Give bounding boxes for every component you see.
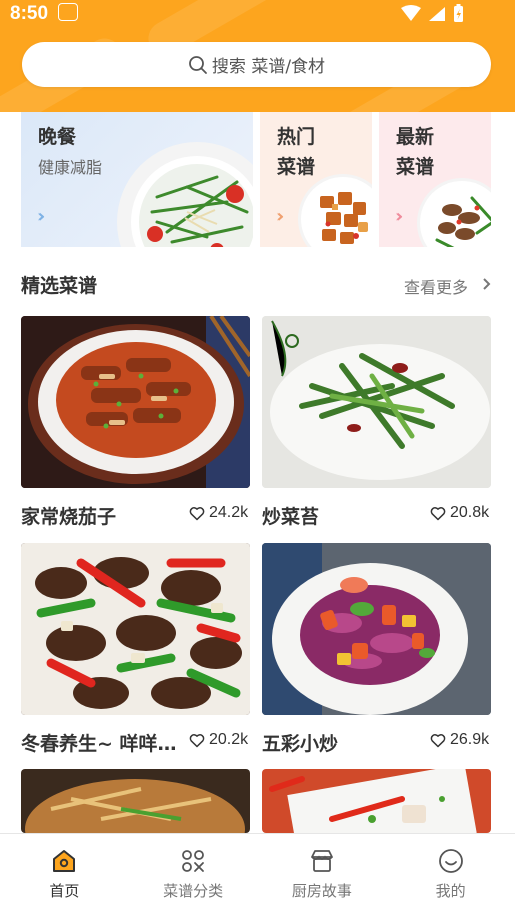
category-title: 晚餐 (38, 126, 77, 148)
category-cards: 晚餐 健康减脂 ›› 热门 菜谱 ›› 最新 菜谱 ›› (0, 112, 515, 247)
category-icon (182, 850, 205, 872)
recipe-likes[interactable]: 20.2k (189, 731, 248, 749)
double-chevron-icon: ›› (37, 206, 47, 227)
category-title: 热门 菜谱 (277, 126, 316, 178)
bottom-nav: 首页 菜谱分类 厨房故事 我的 (0, 833, 515, 916)
search-icon (189, 55, 207, 74)
dish-photo (298, 174, 372, 247)
likes-count: 24.2k (209, 504, 249, 521)
category-title: 最新 菜谱 (396, 126, 435, 178)
nav-label: 我的 (435, 882, 466, 900)
notification-icon (58, 3, 78, 21)
recipe-name[interactable]: 炒菜苔 (262, 502, 412, 529)
home-icon (53, 850, 76, 872)
recipe-image[interactable] (21, 769, 250, 833)
likes-count: 20.8k (450, 504, 490, 521)
likes-count: 20.2k (209, 731, 249, 748)
dish-photo (117, 142, 253, 247)
recipe-likes[interactable]: 26.9k (430, 731, 489, 749)
status-time: 8:50 (10, 3, 49, 24)
heart-icon (430, 733, 446, 747)
recipe-image[interactable] (21, 543, 250, 715)
recipe-image[interactable] (262, 769, 491, 833)
category-card-hot[interactable]: 热门 菜谱 ›› (260, 112, 372, 247)
likes-count: 26.9k (450, 731, 490, 748)
section-title: 精选菜谱 (21, 271, 98, 300)
recipe-name[interactable]: 家常烧茄子 (21, 502, 171, 529)
nav-item-story[interactable]: 厨房故事 (258, 834, 387, 916)
nav-item-home[interactable]: 首页 (0, 834, 129, 916)
recipe-image[interactable] (262, 316, 491, 488)
store-icon (310, 850, 333, 872)
recipe-likes[interactable]: 20.8k (430, 504, 489, 522)
see-more-link[interactable]: 查看更多 (404, 274, 468, 298)
status-bar: 8:50 (0, 0, 515, 28)
recipe-name[interactable]: 冬春养生~ 咩咩羊肉 (21, 729, 181, 756)
recipe-image[interactable] (262, 543, 491, 715)
nav-label: 菜谱分类 (163, 882, 224, 900)
chevron-right-icon[interactable] (482, 276, 492, 292)
double-chevron-icon: ›› (395, 206, 405, 227)
nav-label: 厨房故事 (291, 882, 352, 900)
header: 8:50 搜索 菜谱/食材 (0, 0, 515, 112)
recipe-likes[interactable]: 24.2k (189, 504, 248, 522)
double-chevron-icon: ›› (276, 206, 286, 227)
dish-photo (417, 178, 491, 247)
search-placeholder: 搜索 菜谱/食材 (211, 57, 326, 77)
search-bar[interactable]: 搜索 菜谱/食材 (22, 42, 491, 87)
nav-label: 首页 (49, 882, 80, 900)
app-screen: 8:50 搜索 菜谱/食材 晚餐 健康减脂 ›› 热门 菜谱 ›› 最新 菜谱 … (0, 0, 515, 916)
category-card-dinner[interactable]: 晚餐 健康减脂 ›› (21, 112, 253, 247)
heart-icon (189, 733, 205, 747)
nav-item-category[interactable]: 菜谱分类 (129, 834, 258, 916)
category-card-new[interactable]: 最新 菜谱 ›› (379, 112, 491, 247)
category-subtitle: 健康减脂 (38, 158, 103, 177)
smile-icon (438, 849, 463, 873)
system-status-icons (401, 4, 463, 22)
heart-icon (430, 506, 446, 520)
nav-item-mine[interactable]: 我的 (386, 834, 515, 916)
recipe-image[interactable] (21, 316, 250, 488)
recipe-name[interactable]: 五彩小炒 (262, 729, 412, 756)
heart-icon (189, 506, 205, 520)
section-title-text: 精选菜谱 (21, 275, 98, 297)
